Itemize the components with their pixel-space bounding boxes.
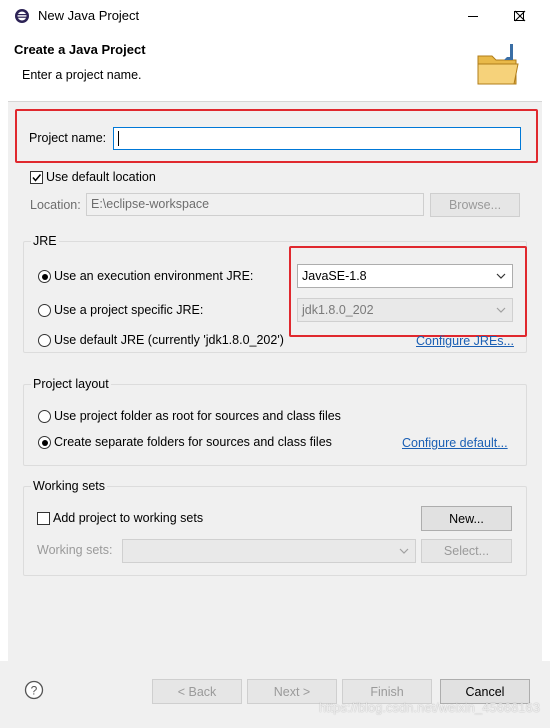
location-label: Location: bbox=[30, 198, 81, 212]
working-sets-group-title: Working sets bbox=[31, 479, 108, 493]
close-button[interactable] bbox=[500, 0, 540, 32]
checkmark-icon bbox=[32, 174, 42, 182]
jre-default-label: Use default JRE (currently 'jdk1.8.0_202… bbox=[54, 333, 284, 347]
chevron-down-icon bbox=[399, 548, 409, 554]
banner-message: Enter a project name. bbox=[22, 68, 142, 82]
new-working-set-button[interactable]: New... bbox=[421, 506, 512, 531]
use-default-location-checkbox[interactable] bbox=[30, 171, 43, 184]
jre-group-title: JRE bbox=[31, 234, 59, 248]
working-sets-select[interactable] bbox=[122, 539, 416, 563]
svg-text:?: ? bbox=[31, 684, 38, 698]
watermark: https://blog.csdn.net/weixin_45668163 bbox=[318, 700, 540, 715]
close-icon bbox=[514, 10, 526, 22]
window-title: New Java Project bbox=[38, 8, 140, 23]
minimize-button[interactable] bbox=[450, 0, 496, 32]
configure-jres-link[interactable]: Configure JREs... bbox=[416, 334, 514, 348]
use-default-location-label: Use default location bbox=[46, 170, 156, 184]
browse-button[interactable]: Browse... bbox=[430, 193, 520, 217]
working-sets-label: Working sets: bbox=[37, 543, 113, 557]
chevron-down-icon bbox=[496, 273, 506, 279]
location-value: E:\eclipse-workspace bbox=[91, 197, 210, 211]
add-to-working-sets-checkbox[interactable] bbox=[37, 512, 50, 525]
help-icon[interactable]: ? bbox=[24, 680, 44, 700]
text-caret bbox=[118, 131, 119, 146]
location-input[interactable]: E:\eclipse-workspace bbox=[86, 193, 424, 216]
project-layout-group bbox=[23, 384, 527, 466]
project-name-label: Project name: bbox=[29, 131, 107, 145]
execution-environment-select[interactable]: JavaSE-1.8 bbox=[297, 264, 513, 288]
layout-root-label: Use project folder as root for sources a… bbox=[54, 409, 341, 423]
jre-env-label: Use an execution environment JRE: bbox=[54, 269, 254, 283]
jre-specific-label: Use a project specific JRE: bbox=[54, 303, 204, 317]
minimize-icon bbox=[468, 16, 478, 17]
execution-environment-value: JavaSE-1.8 bbox=[302, 269, 367, 283]
chevron-down-icon bbox=[496, 307, 506, 313]
new-java-project-icon bbox=[477, 44, 519, 85]
add-to-working-sets-label: Add project to working sets bbox=[53, 511, 204, 525]
select-working-sets-button[interactable]: Select... bbox=[421, 539, 512, 563]
jre-selection-highlight bbox=[289, 246, 527, 337]
layout-root-radio[interactable] bbox=[38, 410, 51, 423]
jre-env-radio[interactable] bbox=[38, 270, 51, 283]
project-name-input[interactable] bbox=[113, 127, 521, 150]
project-specific-jre-select[interactable]: jdk1.8.0_202 bbox=[297, 298, 513, 322]
configure-default-link[interactable]: Configure default... bbox=[402, 436, 508, 450]
project-layout-group-title: Project layout bbox=[31, 377, 111, 391]
eclipse-icon bbox=[15, 9, 29, 23]
banner-title: Create a Java Project bbox=[14, 42, 146, 57]
jre-default-radio[interactable] bbox=[38, 334, 51, 347]
project-specific-jre-value: jdk1.8.0_202 bbox=[302, 303, 374, 317]
back-button[interactable]: < Back bbox=[152, 679, 242, 704]
jre-specific-radio[interactable] bbox=[38, 304, 51, 317]
layout-separate-label: Create separate folders for sources and … bbox=[54, 435, 332, 449]
layout-separate-radio[interactable] bbox=[38, 436, 51, 449]
